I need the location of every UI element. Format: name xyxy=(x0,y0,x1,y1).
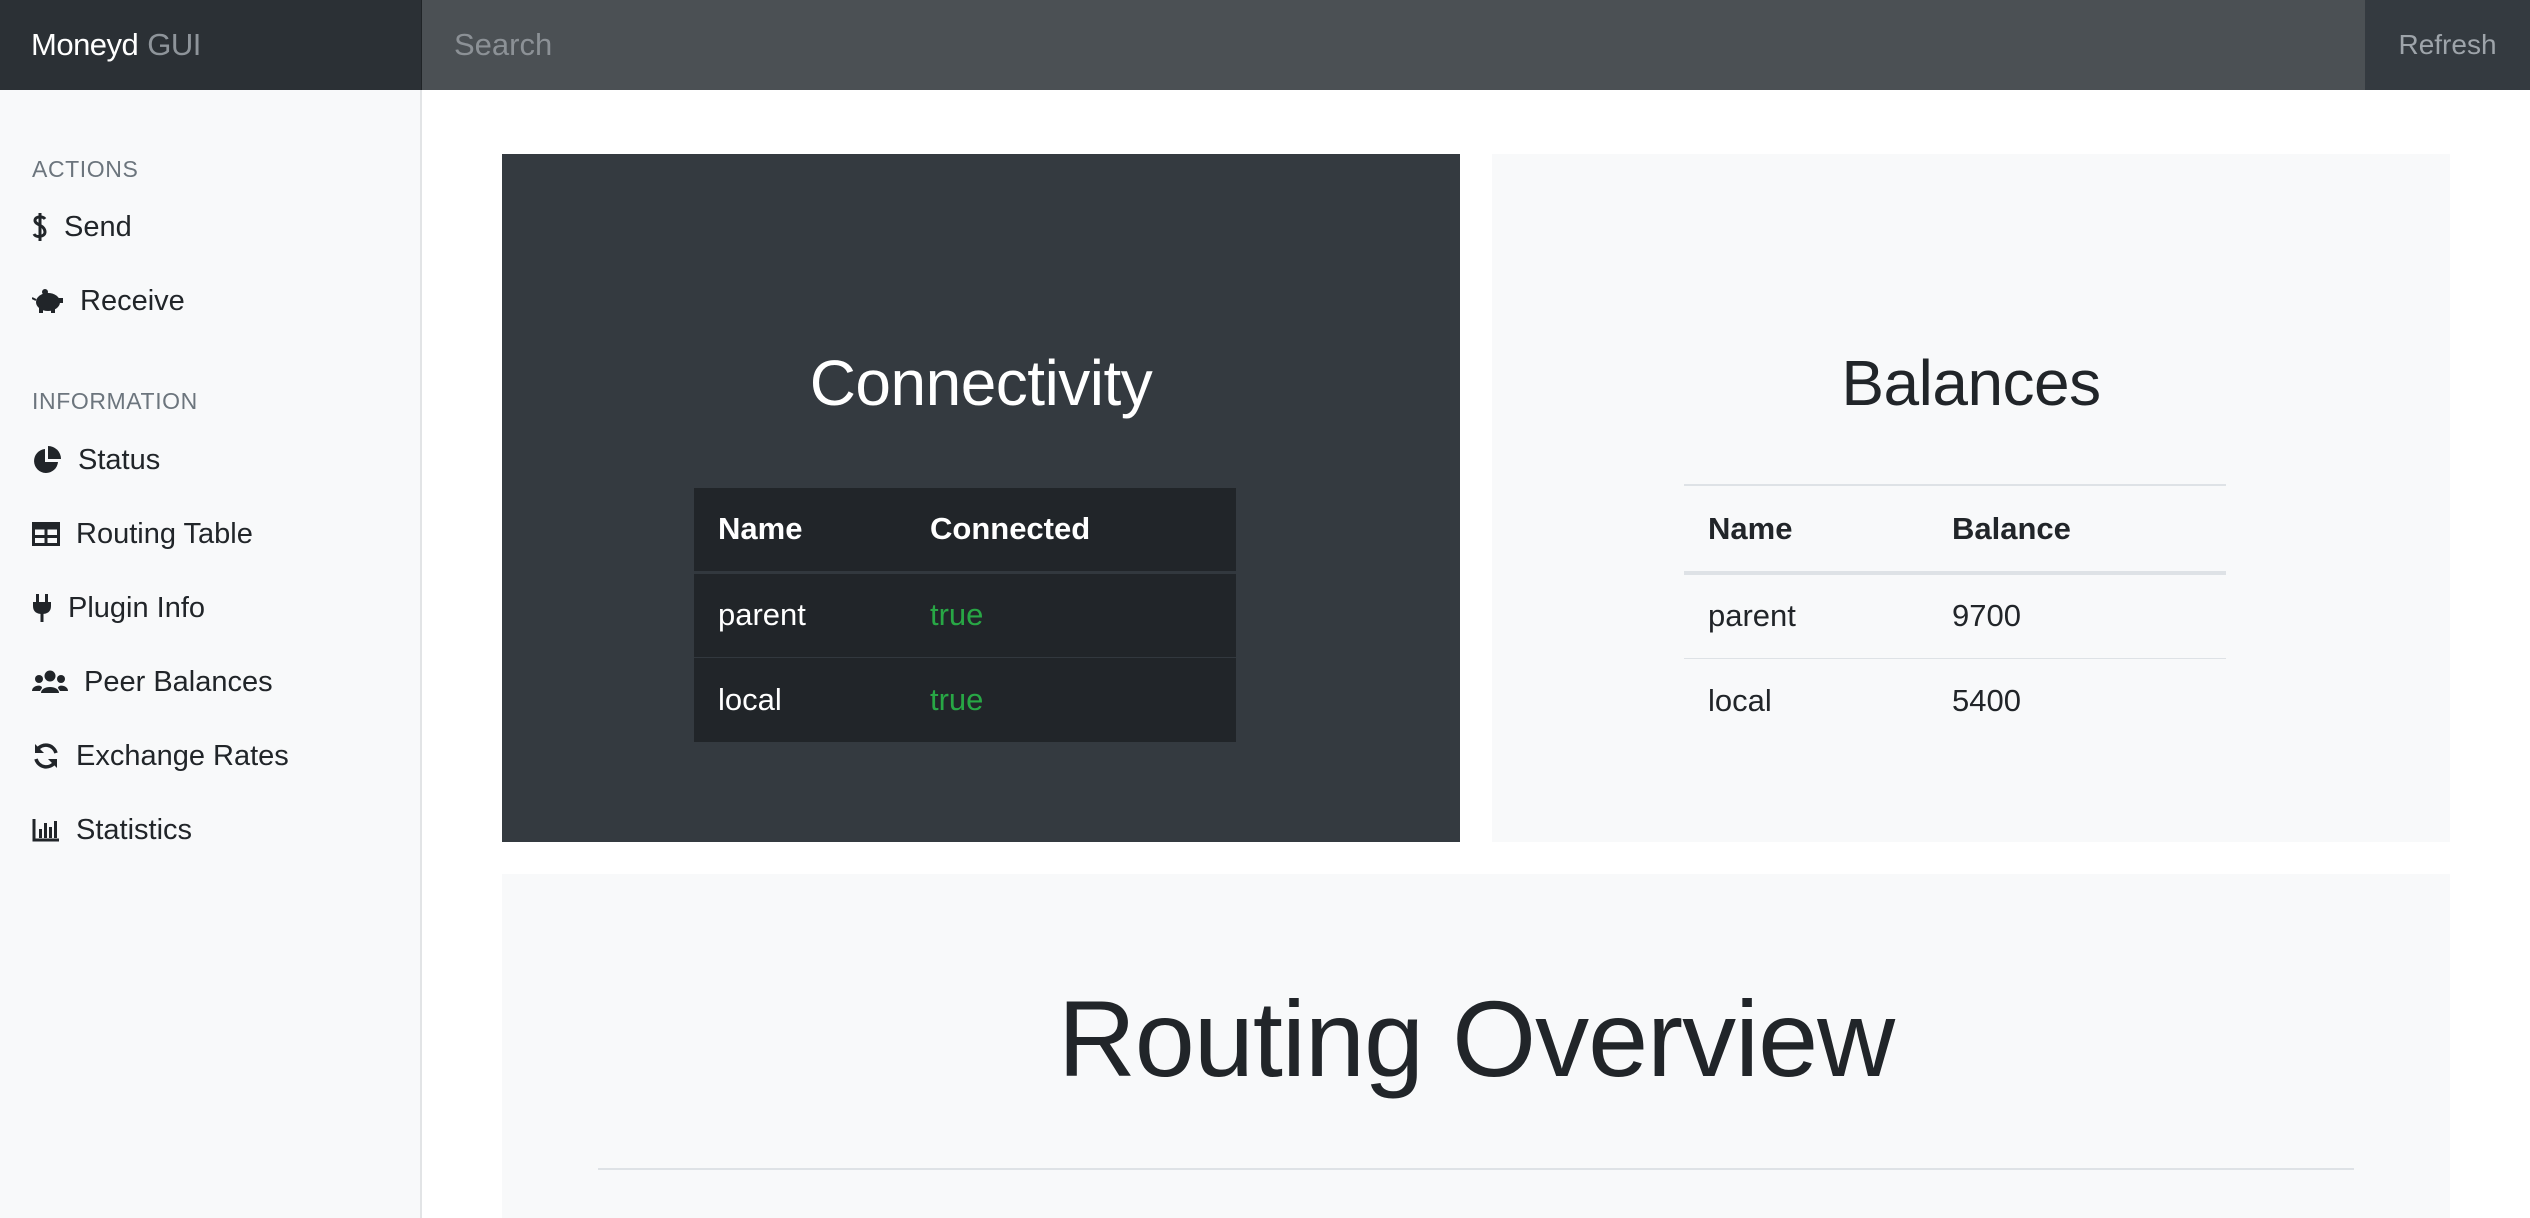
sidebar-item-plugin-info[interactable]: Plugin Info xyxy=(32,584,205,632)
brand-suffix: GUI xyxy=(147,27,201,62)
sidebar-item-label: Exchange Rates xyxy=(76,739,289,772)
balances-table: Name Balance parent 9700 local 5400 xyxy=(1684,484,2226,743)
column-header-balance: Balance xyxy=(1928,484,2226,575)
peer-name-cell: parent xyxy=(694,571,906,657)
sidebar-item-label: Statistics xyxy=(76,813,193,846)
sidebar: ACTIONS Send Receive INFORMATION Status … xyxy=(0,90,422,1218)
refresh-button[interactable]: Refresh xyxy=(2365,0,2530,90)
routing-overview-panel: Routing Overview Prefix Next Hop xyxy=(502,874,2450,1218)
balances-panel: Balances Name Balance parent 9700 local … xyxy=(1492,154,2450,842)
connectivity-title: Connectivity xyxy=(809,347,1153,419)
column-header-name: Name xyxy=(1684,484,1928,575)
brand-name: Moneyd xyxy=(31,27,139,62)
dollar-icon xyxy=(32,212,48,242)
column-header-connected: Connected xyxy=(906,488,1236,574)
bar-chart-icon xyxy=(32,815,60,845)
plug-icon xyxy=(32,593,52,623)
routing-table: Prefix Next Hop xyxy=(598,1168,2354,1218)
peer-name-cell: parent xyxy=(1684,572,1928,658)
column-header-name: Name xyxy=(694,488,906,574)
sidebar-item-statistics[interactable]: Statistics xyxy=(32,806,192,854)
sidebar-item-routing-table[interactable]: Routing Table xyxy=(32,510,253,558)
connected-cell: true xyxy=(906,571,1236,657)
pie-chart-icon xyxy=(32,445,62,475)
table-header-row: Prefix Next Hop xyxy=(598,1168,2354,1218)
sidebar-heading-actions: ACTIONS xyxy=(32,156,139,182)
table-row: local 5400 xyxy=(1684,657,2226,743)
table-header-row: Name Balance xyxy=(1684,484,2226,575)
column-header-next-hop: Next Hop xyxy=(1830,1168,2354,1218)
connectivity-panel: Connectivity Name Connected parent true … xyxy=(502,154,1460,842)
peer-name-cell: local xyxy=(694,656,906,742)
table-row: local true xyxy=(694,656,1236,742)
piggy-bank-icon xyxy=(32,286,64,316)
sidebar-item-exchange-rates[interactable]: Exchange Rates xyxy=(32,732,289,780)
routing-overview-title: Routing Overview xyxy=(1057,978,1895,1099)
sidebar-item-label: Receive xyxy=(80,284,185,317)
column-header-prefix: Prefix xyxy=(598,1168,1830,1218)
sidebar-item-label: Routing Table xyxy=(76,517,253,550)
sidebar-heading-information: INFORMATION xyxy=(32,388,198,414)
top-navbar: Moneyd GUI Refresh xyxy=(0,0,2530,90)
balance-cell: 5400 xyxy=(1928,657,2226,743)
balance-cell: 9700 xyxy=(1928,572,2226,658)
balances-title: Balances xyxy=(1841,347,2101,419)
search-input[interactable] xyxy=(422,0,2365,90)
table-icon xyxy=(32,519,60,549)
table-header-row: Name Connected xyxy=(694,488,1236,574)
connectivity-table: Name Connected parent true local true xyxy=(694,488,1236,742)
sidebar-item-send[interactable]: Send xyxy=(32,203,132,251)
sidebar-item-status[interactable]: Status xyxy=(32,436,160,484)
peer-name-cell: local xyxy=(1684,657,1928,743)
table-row: parent 9700 xyxy=(1684,572,2226,658)
sidebar-item-peer-balances[interactable]: Peer Balances xyxy=(32,658,273,706)
users-icon xyxy=(32,667,68,697)
sidebar-item-label: Send xyxy=(64,210,132,243)
sidebar-item-label: Status xyxy=(78,443,161,476)
sync-icon xyxy=(32,741,60,771)
sidebar-item-label: Plugin Info xyxy=(68,591,206,624)
brand-logo[interactable]: Moneyd GUI xyxy=(0,0,422,90)
sidebar-item-receive[interactable]: Receive xyxy=(32,277,185,325)
sidebar-item-label: Peer Balances xyxy=(84,665,273,698)
table-row: parent true xyxy=(694,571,1236,657)
connected-cell: true xyxy=(906,656,1236,742)
